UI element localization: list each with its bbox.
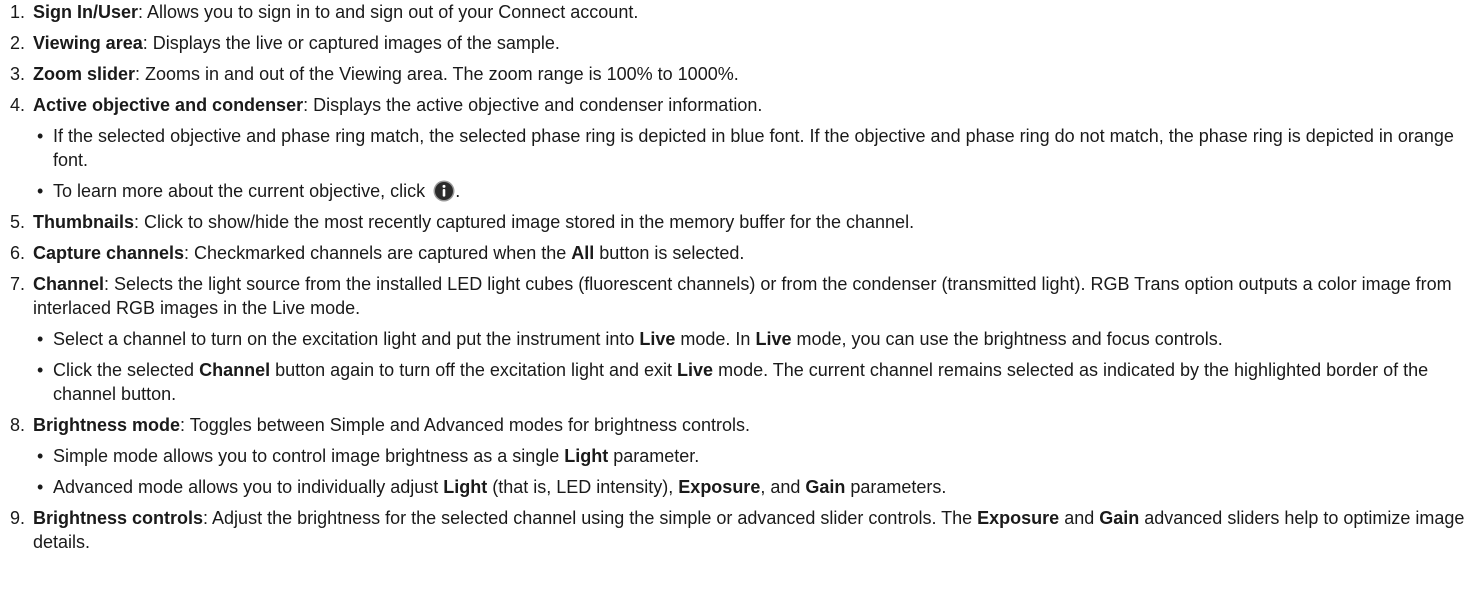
item-description: : Click to show/hide the most recently c… bbox=[134, 212, 915, 232]
item-number: 5. bbox=[10, 212, 26, 232]
bold-term: Live bbox=[639, 329, 676, 349]
list-item-capture-channels: 6. Capture channels: Checkmarked channel… bbox=[10, 241, 1468, 265]
list-item-channel: 7. Channel: Selects the light source fro… bbox=[10, 272, 1468, 406]
item-number: 7. bbox=[10, 274, 26, 294]
bold-term: Exposure bbox=[977, 508, 1060, 528]
bullet-list: Simple mode allows you to control image … bbox=[33, 444, 1468, 499]
bullet-list: If the selected objective and phase ring… bbox=[33, 124, 1468, 203]
bullet-text: If the selected objective and phase ring… bbox=[53, 126, 1454, 170]
bullet-text: parameter. bbox=[608, 446, 700, 466]
item-description: : Zooms in and out of the Viewing area. … bbox=[135, 64, 739, 84]
item-description: : Adjust the brightness for the selected… bbox=[203, 508, 978, 528]
bullet-item: Advanced mode allows you to individually… bbox=[33, 475, 1468, 499]
item-description: : Displays the active objective and cond… bbox=[303, 95, 763, 115]
item-term: Sign In/User bbox=[33, 2, 139, 22]
bold-term: Light bbox=[564, 446, 609, 466]
bold-term: All bbox=[571, 243, 595, 263]
item-term: Brightness mode bbox=[33, 415, 181, 435]
item-term: Channel bbox=[33, 274, 105, 294]
item-description: : Allows you to sign in to and sign out … bbox=[138, 2, 639, 22]
bullet-item: To learn more about the current objectiv… bbox=[33, 179, 1468, 203]
item-description: and bbox=[1059, 508, 1100, 528]
item-number: 3. bbox=[10, 64, 26, 84]
list-item-thumbnails: 5. Thumbnails: Click to show/hide the mo… bbox=[10, 210, 1468, 234]
bullet-text: mode. In bbox=[675, 329, 756, 349]
list-item-active-objective: 4. Active objective and condenser: Displ… bbox=[10, 93, 1468, 203]
numbered-list: 1. Sign In/User: Allows you to sign in t… bbox=[10, 0, 1468, 554]
item-number: 9. bbox=[10, 508, 26, 528]
bold-term: Live bbox=[755, 329, 792, 349]
bullet-text: mode, you can use the brightness and foc… bbox=[791, 329, 1223, 349]
item-term: Viewing area bbox=[33, 33, 143, 53]
list-item-viewing-area: 2. Viewing area: Displays the live or ca… bbox=[10, 31, 1468, 55]
item-term: Active objective and condenser bbox=[33, 95, 304, 115]
item-number: 1. bbox=[10, 2, 26, 22]
bullet-text: button again to turn off the excitation … bbox=[270, 360, 678, 380]
item-term: Zoom slider bbox=[33, 64, 136, 84]
bullet-text: Select a channel to turn on the excitati… bbox=[53, 329, 640, 349]
item-number: 4. bbox=[10, 95, 26, 115]
item-description: button is selected. bbox=[594, 243, 745, 263]
bullet-text: (that is, LED intensity), bbox=[487, 477, 679, 497]
item-term: Brightness controls bbox=[33, 508, 204, 528]
item-description: : Selects the light source from the inst… bbox=[33, 274, 1452, 318]
list-item-brightness-mode: 8. Brightness mode: Toggles between Simp… bbox=[10, 413, 1468, 499]
bullet-item: Simple mode allows you to control image … bbox=[33, 444, 1468, 468]
item-number: 2. bbox=[10, 33, 26, 53]
bold-term: Gain bbox=[1099, 508, 1140, 528]
item-term: Thumbnails bbox=[33, 212, 135, 232]
list-item-sign-in: 1. Sign In/User: Allows you to sign in t… bbox=[10, 0, 1468, 24]
bullet-list: Select a channel to turn on the excitati… bbox=[33, 327, 1468, 406]
document-body: 1. Sign In/User: Allows you to sign in t… bbox=[0, 0, 1468, 554]
bullet-text: Simple mode allows you to control image … bbox=[53, 446, 565, 466]
bold-term: Light bbox=[443, 477, 488, 497]
bullet-item: Select a channel to turn on the excitati… bbox=[33, 327, 1468, 351]
bullet-text: , and bbox=[760, 477, 806, 497]
info-circle-icon bbox=[433, 180, 455, 202]
bold-term: Gain bbox=[805, 477, 846, 497]
bold-term: Live bbox=[677, 360, 714, 380]
bullet-text: Advanced mode allows you to individually… bbox=[53, 477, 444, 497]
item-number: 6. bbox=[10, 243, 26, 263]
item-description: : Checkmarked channels are captured when… bbox=[184, 243, 572, 263]
item-description: : Displays the live or captured images o… bbox=[142, 33, 560, 53]
item-number: 8. bbox=[10, 415, 26, 435]
bold-term: Channel bbox=[199, 360, 271, 380]
item-term: Capture channels bbox=[33, 243, 185, 263]
bullet-text: To learn more about the current objectiv… bbox=[53, 181, 431, 201]
list-item-brightness-controls: 9. Brightness controls: Adjust the brigh… bbox=[10, 506, 1468, 554]
bullet-text: . bbox=[455, 181, 461, 201]
bullet-item: Click the selected Channel button again … bbox=[33, 358, 1468, 406]
list-item-zoom-slider: 3. Zoom slider: Zooms in and out of the … bbox=[10, 62, 1468, 86]
item-description: : Toggles between Simple and Advanced mo… bbox=[180, 415, 751, 435]
bullet-item: If the selected objective and phase ring… bbox=[33, 124, 1468, 172]
bold-term: Exposure bbox=[678, 477, 761, 497]
bullet-text: parameters. bbox=[845, 477, 947, 497]
bullet-text: Click the selected bbox=[53, 360, 200, 380]
